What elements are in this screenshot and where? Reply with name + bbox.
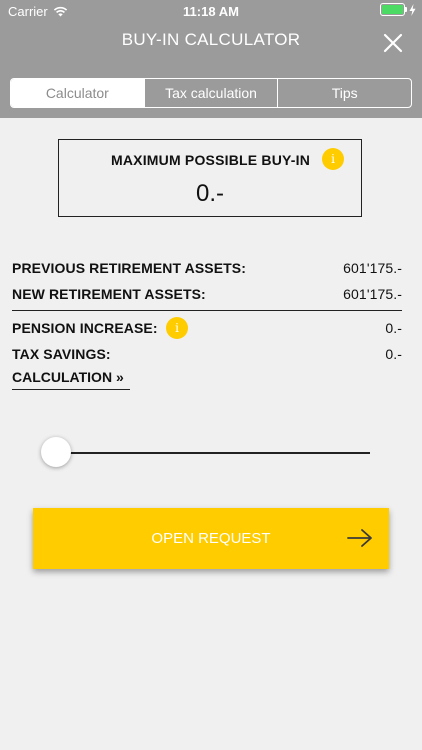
max-buyin-box: MAXIMUM POSSIBLE BUY-IN i 0.- [58, 139, 362, 217]
status-bar: Carrier 11:18 AM [0, 0, 422, 22]
status-time: 11:18 AM [183, 4, 239, 19]
tab-calculator[interactable]: Calculator [11, 79, 144, 107]
tax-savings-label: TAX SAVINGS: [12, 346, 111, 362]
info-icon[interactable]: i [166, 317, 188, 339]
tab-tax-calculation[interactable]: Tax calculation [143, 79, 278, 107]
status-right [380, 3, 416, 16]
previous-assets-label: PREVIOUS RETIREMENT ASSETS: [12, 260, 246, 276]
buyin-slider-thumb[interactable] [41, 437, 71, 467]
page-title: BUY-IN CALCULATOR [121, 30, 301, 49]
arrow-right-icon [347, 529, 372, 547]
calculation-link[interactable]: CALCULATION » [12, 369, 130, 390]
pension-increase-row: PENSION INCREASE: 0.- [12, 320, 402, 336]
tab-tips[interactable]: Tips [277, 79, 411, 107]
tax-savings-value: 0.- [385, 346, 402, 362]
new-assets-value: 601'175.- [343, 286, 402, 302]
previous-assets-value: 601'175.- [343, 260, 402, 276]
segmented-tabs: Calculator Tax calculation Tips [10, 78, 412, 108]
pension-increase-value: 0.- [385, 320, 402, 336]
max-buyin-label: MAXIMUM POSSIBLE BUY-IN [111, 152, 311, 168]
battery-icon [380, 3, 407, 16]
new-assets-row: NEW RETIREMENT ASSETS: 601'175.- [12, 286, 402, 302]
info-icon[interactable]: i [322, 148, 344, 170]
close-icon[interactable] [382, 32, 404, 54]
tax-savings-row: TAX SAVINGS: 0.- [12, 346, 402, 362]
open-request-label: OPEN REQUEST [151, 530, 271, 547]
previous-assets-row: PREVIOUS RETIREMENT ASSETS: 601'175.- [12, 260, 402, 276]
new-assets-label: NEW RETIREMENT ASSETS: [12, 286, 206, 302]
max-buyin-value: 0.- [195, 180, 224, 207]
header-bar: Carrier 11:18 AM BUY-IN CALCULATOR Calcu… [0, 0, 422, 118]
divider [12, 310, 402, 311]
buyin-slider-track[interactable] [56, 452, 370, 454]
pension-increase-label: PENSION INCREASE: [12, 320, 158, 336]
open-request-button[interactable]: OPEN REQUEST [33, 508, 389, 569]
charging-bolt-icon [409, 3, 416, 16]
